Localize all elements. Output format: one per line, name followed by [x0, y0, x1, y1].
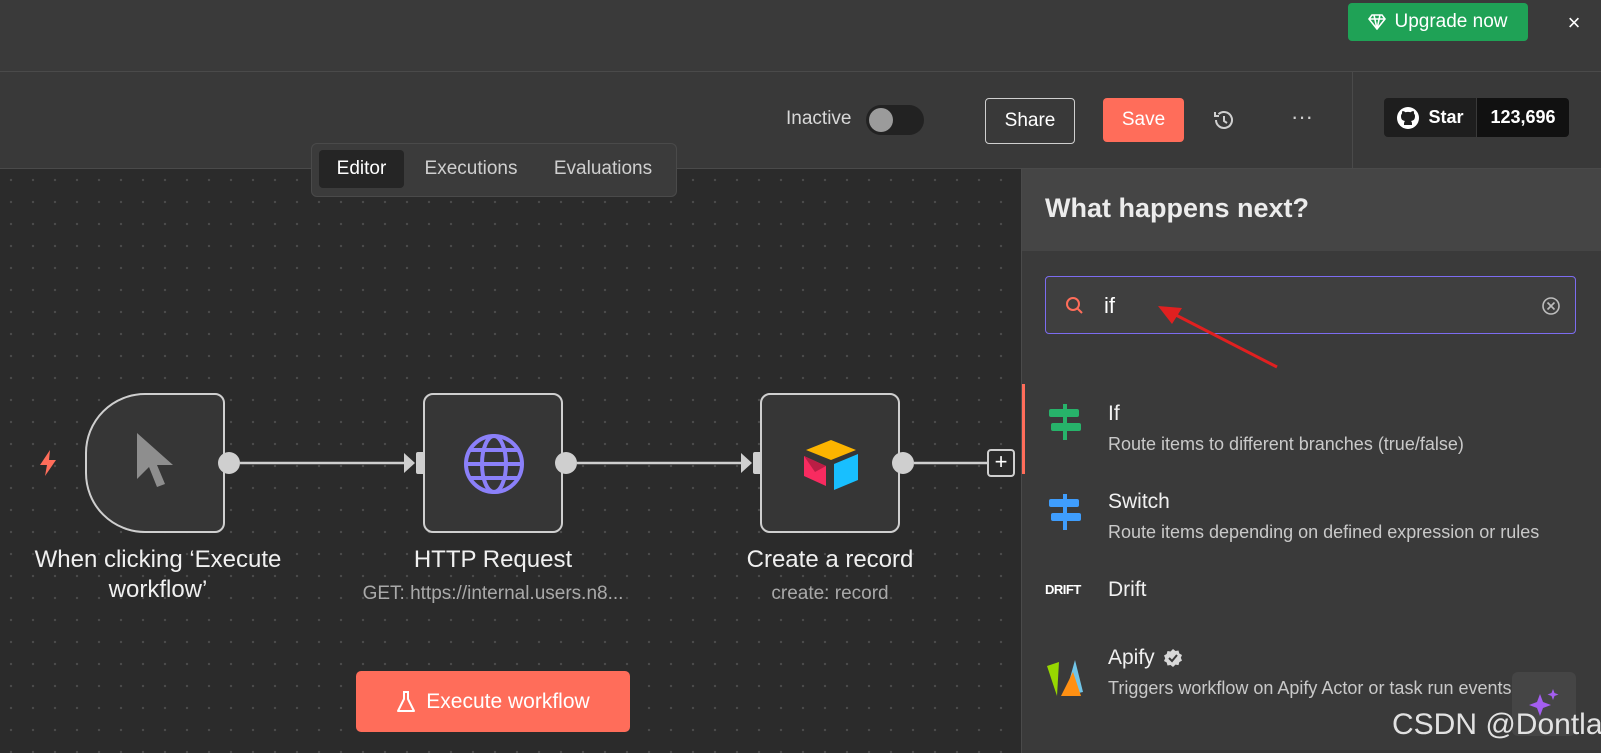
tab-evaluations[interactable]: Evaluations — [538, 150, 668, 188]
header-divider — [1352, 72, 1353, 168]
node-airtable-create-record[interactable] — [760, 393, 900, 533]
node-subtitle: GET: https://internal.users.n8... — [362, 583, 624, 604]
node-manual-trigger[interactable] — [85, 393, 225, 533]
add-node-button[interactable]: + — [987, 449, 1015, 477]
view-tabs: Editor Executions Evaluations — [311, 143, 677, 197]
result-switch[interactable]: Switch Route items depending on defined … — [1022, 474, 1601, 564]
save-button[interactable]: Save — [1103, 98, 1184, 142]
node-title: HTTP Request — [413, 546, 573, 573]
tab-executions[interactable]: Executions — [410, 150, 532, 188]
tab-editor[interactable]: Editor — [319, 150, 404, 188]
trigger-bolt-icon — [40, 450, 56, 476]
history-icon[interactable] — [1210, 106, 1238, 134]
verified-badge-icon — [1163, 649, 1182, 667]
globe-icon — [464, 434, 524, 494]
diamond-icon — [1368, 14, 1387, 30]
clear-search-icon[interactable] — [1540, 295, 1562, 317]
node-title: Create a record — [746, 546, 914, 573]
execute-workflow-label: Execute workflow — [426, 689, 590, 713]
result-description: Triggers workflow on Apify Actor or task… — [1108, 678, 1512, 698]
result-if[interactable]: If Route items to different branches (tr… — [1022, 384, 1601, 474]
github-icon — [1397, 106, 1420, 129]
node-http-request[interactable] — [423, 393, 563, 533]
node-subtitle: create: record — [771, 583, 889, 604]
output-port[interactable] — [555, 452, 577, 474]
switch-signpost-icon — [1049, 494, 1081, 530]
annotation-arrow — [1158, 306, 1278, 369]
if-signpost-icon — [1049, 404, 1081, 440]
apify-logo-icon — [1047, 660, 1083, 696]
execute-workflow-button[interactable]: Execute workflow — [356, 671, 630, 732]
flask-icon — [397, 690, 416, 712]
result-name: If — [1108, 402, 1120, 425]
search-icon — [1066, 297, 1083, 314]
github-star-count[interactable]: 123,696 — [1477, 98, 1569, 137]
result-drift[interactable]: DRIFT Drift — [1022, 564, 1601, 634]
github-star-button[interactable]: Star — [1384, 98, 1476, 137]
node-title: When clicking ‘Execute workflow’ — [34, 546, 282, 603]
share-button[interactable]: Share — [985, 98, 1075, 144]
active-toggle[interactable] — [866, 105, 924, 135]
connection-arrow — [741, 453, 752, 473]
result-description: Route items to different branches (true/… — [1108, 434, 1464, 454]
upgrade-now-button[interactable]: Upgrade now — [1348, 3, 1528, 41]
result-description: Route items depending on defined express… — [1108, 522, 1540, 542]
output-port[interactable] — [218, 452, 240, 474]
drift-logo-icon: DRIFT — [1045, 582, 1081, 597]
github-star-label: Star — [1428, 107, 1464, 127]
result-name: Drift — [1108, 578, 1147, 601]
cursor-icon — [137, 433, 173, 487]
connection-arrow — [404, 453, 415, 473]
toggle-knob — [869, 108, 893, 132]
watermark: CSDN @Dontla — [1392, 708, 1601, 741]
result-name: Apify — [1108, 646, 1183, 670]
panel-header: What happens next? — [1022, 169, 1601, 251]
active-status-label: Inactive — [786, 108, 852, 129]
panel-title: What happens next? — [1045, 193, 1310, 223]
airtable-icon — [804, 440, 858, 490]
output-port[interactable] — [892, 452, 914, 474]
node-search — [1045, 276, 1576, 334]
result-name: Switch — [1108, 490, 1170, 513]
node-creator-panel: What happens next? If Route items to dif… — [1021, 169, 1601, 753]
close-banner-icon[interactable]: × — [1560, 10, 1588, 36]
upgrade-now-label: Upgrade now — [1394, 11, 1508, 32]
more-options-icon[interactable]: ··· — [1288, 106, 1316, 134]
result-name-text: Apify — [1108, 646, 1155, 669]
